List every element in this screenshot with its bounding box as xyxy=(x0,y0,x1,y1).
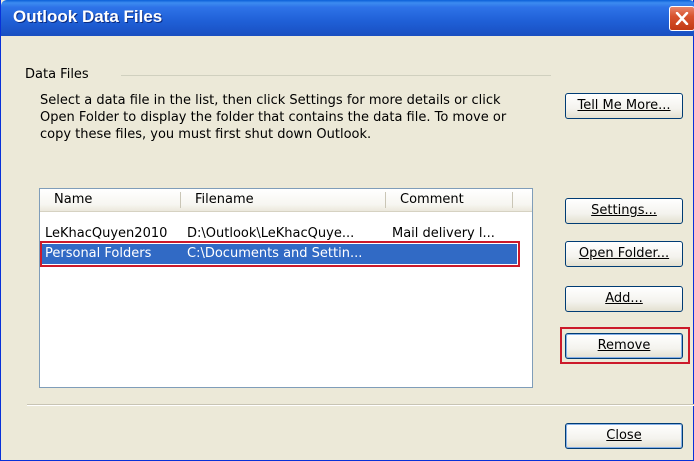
add-label: Add... xyxy=(605,291,643,306)
title-bar[interactable]: Outlook Data Files xyxy=(1,0,694,36)
bottom-divider xyxy=(27,404,694,406)
open-folder-button[interactable]: Open Folder... xyxy=(565,241,683,267)
settings-label: Settings... xyxy=(591,203,657,218)
selection-highlight-box xyxy=(40,241,520,267)
tell-me-more-button[interactable]: Tell Me More... xyxy=(565,93,683,119)
data-files-list[interactable]: Name Filename Comment LeKhacQuyen2010 D:… xyxy=(39,188,533,388)
column-header-comment[interactable]: Comment xyxy=(386,189,512,211)
tell-me-more-label: Tell Me More... xyxy=(577,98,671,113)
close-button[interactable]: Close xyxy=(565,423,683,449)
list-header: Name Filename Comment xyxy=(40,189,532,212)
column-header-filename[interactable]: Filename xyxy=(181,189,385,211)
close-icon xyxy=(675,12,689,25)
close-window-button[interactable] xyxy=(669,6,694,31)
open-folder-label: Open Folder... xyxy=(578,246,670,261)
remove-highlight-box xyxy=(560,327,690,364)
close-label: Close xyxy=(606,428,642,443)
column-separator[interactable] xyxy=(512,192,513,208)
group-label: Data Files xyxy=(25,67,93,82)
description-text: Select a data file in the list, then cli… xyxy=(40,93,507,142)
add-button[interactable]: Add... xyxy=(565,286,683,312)
dialog-window: Outlook Data Files Data Files Select a d… xyxy=(0,0,694,461)
column-header-name[interactable]: Name xyxy=(40,189,180,211)
window-title: Outlook Data Files xyxy=(13,7,163,26)
settings-button[interactable]: Settings... xyxy=(565,198,683,224)
group-divider xyxy=(121,75,551,76)
